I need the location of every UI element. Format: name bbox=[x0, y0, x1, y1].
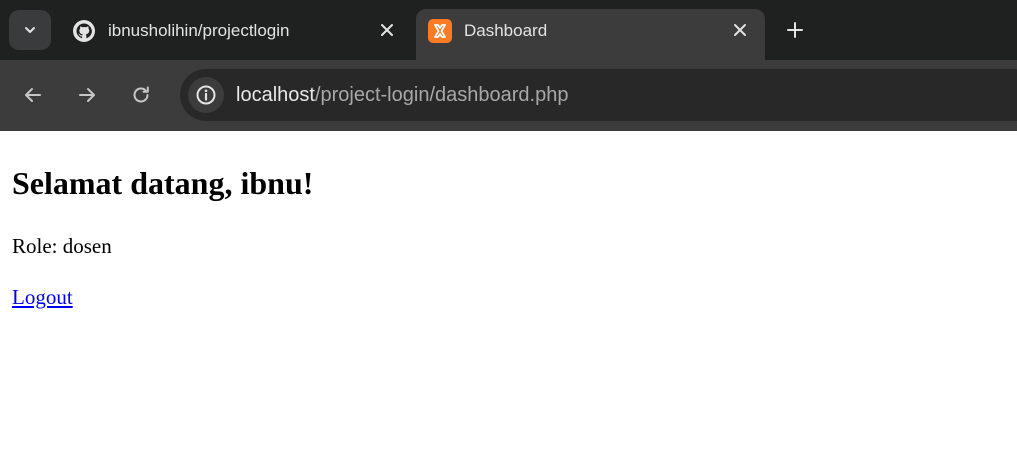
info-icon bbox=[196, 85, 216, 105]
close-icon[interactable] bbox=[729, 19, 751, 41]
page-title: Selamat datang, ibnu! bbox=[12, 165, 314, 201]
role-text: Role: dosen bbox=[12, 234, 112, 258]
url-text[interactable]: localhost/project-login/dashboard.php bbox=[236, 84, 568, 106]
plus-icon bbox=[787, 22, 803, 38]
reload-button[interactable] bbox=[126, 80, 156, 110]
browser-toolbar: localhost/project-login/dashboard.php bbox=[0, 60, 1017, 131]
url-path: /project-login/dashboard.php bbox=[314, 84, 569, 106]
new-tab-button[interactable] bbox=[780, 15, 810, 45]
forward-arrow-icon bbox=[79, 88, 95, 102]
back-button[interactable] bbox=[18, 80, 48, 110]
chevron-down-icon bbox=[25, 27, 35, 33]
tab-dashboard[interactable]: Dashboard bbox=[416, 9, 765, 60]
back-arrow-icon bbox=[25, 88, 41, 102]
tab-title: Dashboard bbox=[464, 21, 548, 40]
reload-icon bbox=[133, 86, 149, 103]
site-info-button[interactable] bbox=[188, 77, 224, 113]
tab-title: ibnusholihin/projectlogin bbox=[108, 21, 290, 40]
logout-link[interactable]: Logout bbox=[12, 285, 73, 309]
browser-window: ibnusholihin/projectlogin Dashboard loca… bbox=[0, 0, 1017, 464]
github-icon bbox=[72, 19, 96, 43]
url-host: localhost bbox=[236, 84, 315, 106]
address-bar[interactable]: localhost/project-login/dashboard.php bbox=[180, 69, 1017, 121]
tab-github[interactable]: ibnusholihin/projectlogin bbox=[60, 9, 412, 60]
forward-button[interactable] bbox=[72, 80, 102, 110]
page-content: Selamat datang, ibnu! Role: dosen Logout bbox=[0, 131, 1017, 464]
xampp-icon bbox=[428, 19, 452, 43]
tab-strip: ibnusholihin/projectlogin Dashboard bbox=[0, 0, 1017, 60]
close-icon[interactable] bbox=[376, 19, 398, 41]
tab-search-button[interactable] bbox=[9, 10, 51, 50]
